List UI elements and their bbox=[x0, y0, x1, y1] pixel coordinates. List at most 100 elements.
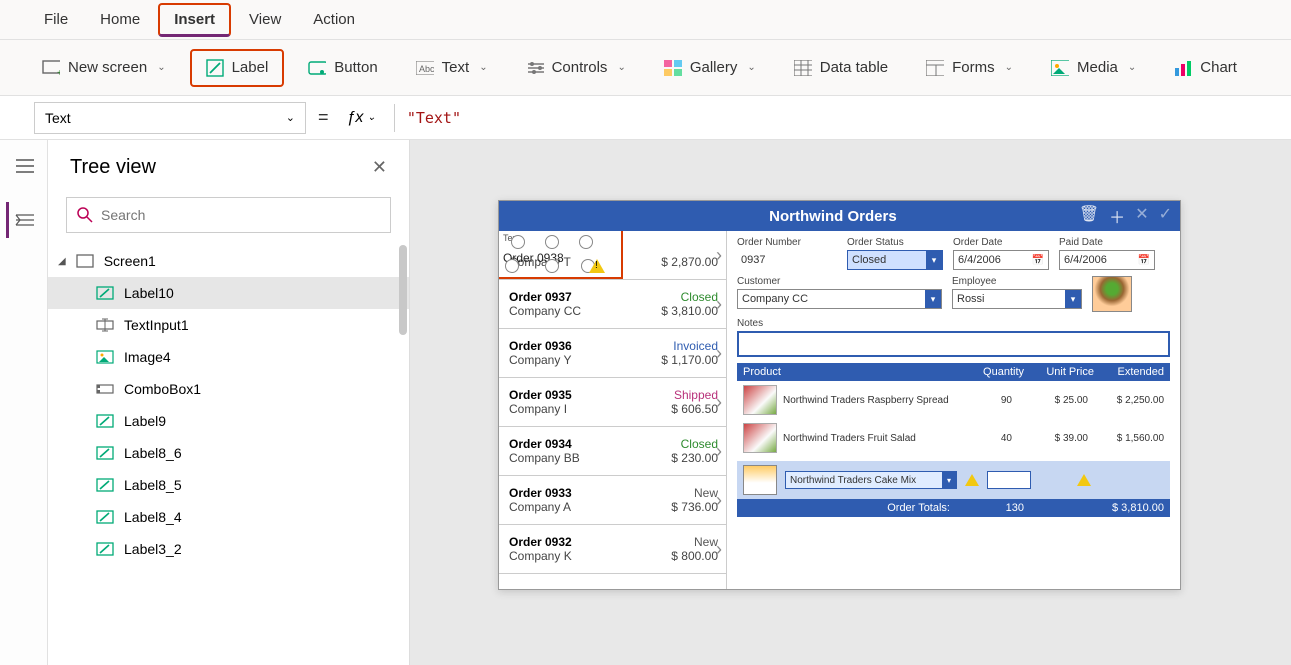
customer-select[interactable]: Company CC▾ bbox=[737, 289, 942, 309]
tree-item-label: Label9 bbox=[124, 413, 166, 429]
text-button[interactable]: Abc Text ⌄ bbox=[402, 51, 502, 85]
button-button[interactable]: Button bbox=[294, 51, 391, 85]
screen-icon bbox=[76, 254, 94, 268]
label-button[interactable]: Label bbox=[190, 49, 285, 87]
scrollbar[interactable] bbox=[399, 245, 407, 335]
employee-label: Employee bbox=[952, 276, 1082, 287]
media-button[interactable]: Media ⌄ bbox=[1037, 51, 1150, 85]
col-ext: Extended bbox=[1094, 366, 1164, 378]
chevron-down-icon: ⌄ bbox=[1128, 62, 1136, 73]
product-thumb bbox=[743, 423, 777, 453]
menu-tab-action[interactable]: Action bbox=[299, 5, 369, 34]
warning-icon bbox=[965, 474, 979, 486]
chevron-right-icon: › bbox=[716, 343, 722, 364]
notes-input[interactable] bbox=[737, 331, 1170, 357]
cancel-icon[interactable]: ✕ bbox=[1135, 204, 1148, 228]
tree-search[interactable] bbox=[66, 197, 391, 233]
order-row[interactable]: Order 0937ClosedCompany CC$ 3,810.00› bbox=[499, 280, 726, 329]
control-icon bbox=[96, 382, 114, 396]
chevron-right-icon: › bbox=[716, 539, 722, 560]
plus-icon[interactable]: ＋ bbox=[1109, 204, 1125, 228]
new-screen-button[interactable]: + New screen ⌄ bbox=[28, 51, 180, 85]
product-ext: $ 2,250.00 bbox=[1094, 395, 1164, 406]
calendar-icon: 📅 bbox=[1032, 255, 1044, 266]
paid-date-input[interactable]: 6/4/2006📅 bbox=[1059, 250, 1155, 270]
order-status-select[interactable]: Closed▾ bbox=[847, 250, 943, 270]
menu-tab-file[interactable]: File bbox=[30, 5, 82, 34]
data-table-label: Data table bbox=[820, 59, 888, 76]
hamburger-icon[interactable] bbox=[6, 148, 42, 184]
forms-button[interactable]: Forms ⌄ bbox=[912, 51, 1027, 85]
tree-item-label3_2[interactable]: Label3_2 bbox=[48, 533, 409, 565]
col-unit: Unit Price bbox=[1024, 366, 1094, 378]
tree-item-label9[interactable]: Label9 bbox=[48, 405, 409, 437]
table-icon bbox=[794, 59, 812, 77]
ribbon: + New screen ⌄ Label Button Abc Text ⌄ C… bbox=[0, 40, 1291, 96]
qty-input[interactable] bbox=[987, 471, 1031, 489]
order-row[interactable]: Order 0932NewCompany K$ 800.00› bbox=[499, 525, 726, 574]
controls-button[interactable]: Controls ⌄ bbox=[512, 51, 640, 85]
product-qty: 40 bbox=[958, 433, 1012, 444]
menu-tab-home[interactable]: Home bbox=[86, 5, 154, 34]
formula-input[interactable]: "Text" bbox=[394, 104, 1257, 132]
order-detail: Order Number0937 Order StatusClosed▾ Ord… bbox=[727, 231, 1180, 589]
notes-label: Notes bbox=[737, 318, 1170, 329]
gallery-button[interactable]: Gallery ⌄ bbox=[650, 51, 770, 85]
order-row[interactable]: Order 0933NewCompany A$ 736.00› bbox=[499, 476, 726, 525]
button-icon bbox=[308, 59, 326, 77]
add-product-row: Northwind Traders Cake Mix▾ bbox=[737, 461, 1170, 499]
order-date-label: Order Date bbox=[953, 237, 1049, 248]
tree-item-label: Label8_5 bbox=[124, 477, 182, 493]
chevron-down-icon: ⌄ bbox=[157, 62, 165, 73]
tree-title: Tree view bbox=[70, 156, 156, 179]
chevron-down-icon: ⌄ bbox=[286, 111, 295, 124]
tree-item-image4[interactable]: Image4 bbox=[48, 341, 409, 373]
tree-root[interactable]: ◢ Screen1 bbox=[48, 245, 409, 277]
menu-tab-insert[interactable]: Insert bbox=[158, 3, 231, 37]
chevron-right-icon: › bbox=[716, 245, 722, 266]
canvas: Northwind Orders 🗑 ＋ ✕ ✓ Text Order 0938… bbox=[410, 140, 1291, 665]
check-icon[interactable]: ✓ bbox=[1159, 204, 1172, 228]
text-button-label: Text bbox=[442, 59, 470, 76]
property-name: Text bbox=[45, 110, 71, 126]
tree-list: ◢ Screen1 Label10 TextInput1Image4ComboBo… bbox=[48, 245, 409, 665]
fx-button[interactable]: ƒx⌄ bbox=[341, 109, 382, 127]
product-select[interactable]: Northwind Traders Cake Mix▾ bbox=[785, 471, 957, 489]
search-input[interactable] bbox=[101, 207, 380, 223]
chart-button[interactable]: Chart bbox=[1160, 51, 1251, 85]
paid-date-label: Paid Date bbox=[1059, 237, 1155, 248]
tree-item-label10[interactable]: Label10 bbox=[48, 277, 409, 309]
product-row: Northwind Traders Raspberry Spread90$ 25… bbox=[737, 381, 1170, 419]
order-row[interactable]: Order 0934ClosedCompany BB$ 230.00› bbox=[499, 427, 726, 476]
tree-item-label8_5[interactable]: Label8_5 bbox=[48, 469, 409, 501]
chevron-down-icon: ⌄ bbox=[479, 62, 487, 73]
property-selector[interactable]: Text ⌄ bbox=[34, 102, 306, 134]
order-row[interactable]: Order 0938InvoicedCompany T$ 2,870.00› bbox=[499, 231, 726, 280]
tree-item-label: Label10 bbox=[124, 285, 174, 301]
product-name: Northwind Traders Raspberry Spread bbox=[783, 395, 952, 406]
order-row[interactable]: Order 0935ShippedCompany I$ 606.50› bbox=[499, 378, 726, 427]
totals-row: Order Totals: 130 $ 3,810.00 bbox=[737, 499, 1170, 517]
gallery-icon bbox=[664, 59, 682, 77]
tree-item-textinput1[interactable]: TextInput1 bbox=[48, 309, 409, 341]
tree-item-combobox1[interactable]: ComboBox1 bbox=[48, 373, 409, 405]
screen-icon: + bbox=[42, 59, 60, 77]
product-ext: $ 1,560.00 bbox=[1094, 433, 1164, 444]
tree-item-label8_4[interactable]: Label8_4 bbox=[48, 501, 409, 533]
trash-icon[interactable]: 🗑 bbox=[1079, 204, 1099, 228]
order-date-input[interactable]: 6/4/2006📅 bbox=[953, 250, 1049, 270]
chevron-down-icon: ▾ bbox=[926, 251, 942, 269]
media-icon bbox=[1051, 59, 1069, 77]
close-icon[interactable]: ✕ bbox=[372, 157, 387, 178]
tree-panel: Tree view ✕ ◢ Screen1 Label10 TextInput1I… bbox=[48, 140, 410, 665]
data-table-button[interactable]: Data table bbox=[780, 51, 902, 85]
product-row: Northwind Traders Fruit Salad40$ 39.00$ … bbox=[737, 419, 1170, 457]
control-icon bbox=[96, 414, 114, 428]
customer-label: Customer bbox=[737, 276, 942, 287]
employee-select[interactable]: Rossi▾ bbox=[952, 289, 1082, 309]
tree-view-icon[interactable] bbox=[6, 202, 42, 238]
order-row[interactable]: Order 0936InvoicedCompany Y$ 1,170.00› bbox=[499, 329, 726, 378]
chevron-right-icon: › bbox=[716, 490, 722, 511]
tree-item-label8_6[interactable]: Label8_6 bbox=[48, 437, 409, 469]
menu-tab-view[interactable]: View bbox=[235, 5, 295, 34]
